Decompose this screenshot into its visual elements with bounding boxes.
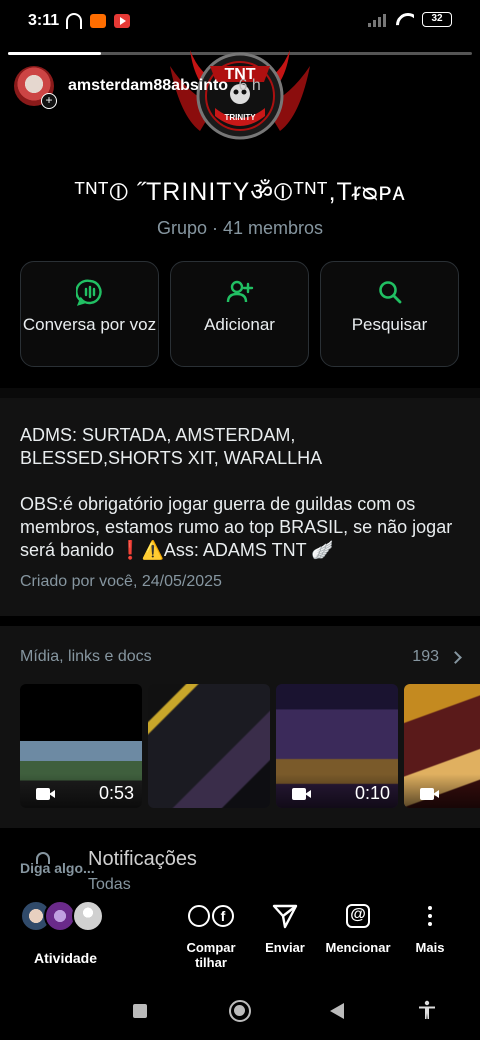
send-icon bbox=[272, 904, 298, 929]
description-rules: OBS:é obrigatório jogar guerra de guilda… bbox=[20, 494, 453, 560]
media-thumb[interactable]: 0:53 bbox=[20, 684, 142, 808]
story-bottom-overlay: Diga algo... Notificações Todas Atividad… bbox=[0, 828, 480, 998]
status-left-icons bbox=[66, 13, 130, 29]
voice-chat-button[interactable]: Conversa por voz bbox=[20, 261, 159, 367]
media-header[interactable]: Mídia, links e docs 193 bbox=[20, 648, 462, 666]
avatar[interactable]: + bbox=[14, 66, 57, 109]
media-thumb[interactable] bbox=[404, 684, 480, 808]
add-person-icon bbox=[226, 280, 253, 303]
search-button[interactable]: Pesquisar bbox=[320, 261, 459, 367]
media-thumb[interactable] bbox=[148, 684, 270, 808]
headphones-icon bbox=[66, 13, 82, 29]
group-description[interactable]: ADMS: SURTADA, AMSTERDAM, BLESSED,SHORTS… bbox=[0, 398, 480, 616]
more-icon bbox=[428, 906, 432, 926]
video-icon bbox=[36, 788, 55, 800]
more-button[interactable]: Mais bbox=[412, 898, 448, 955]
notifications-filter[interactable]: Todas bbox=[88, 876, 131, 894]
share-label: Compar tilhar bbox=[186, 940, 236, 970]
accessibility-icon[interactable] bbox=[418, 1000, 436, 1020]
divider bbox=[0, 388, 480, 398]
system-nav-bar bbox=[0, 1000, 480, 1040]
search-icon bbox=[378, 281, 401, 304]
add-story-icon[interactable]: + bbox=[41, 93, 57, 109]
more-label: Mais bbox=[415, 940, 445, 955]
home-button[interactable] bbox=[229, 1000, 251, 1022]
reply-prompt[interactable]: Diga algo... bbox=[20, 860, 95, 876]
whatsapp-icon bbox=[188, 905, 210, 927]
facebook-icon: f bbox=[212, 905, 234, 927]
media-section: Mídia, links e docs 193 0:53 0:10 bbox=[0, 626, 480, 828]
video-duration: 0:53 bbox=[98, 783, 134, 803]
avatar bbox=[72, 900, 104, 932]
activity-label[interactable]: Atividade bbox=[34, 950, 97, 966]
mention-button[interactable]: @ Mencionar bbox=[322, 898, 394, 955]
story-username[interactable]: amsterdam88absinto bbox=[68, 77, 228, 94]
add-member-button[interactable]: Adicionar bbox=[170, 261, 309, 367]
chevron-right-icon bbox=[449, 650, 462, 664]
status-time: 3:11 bbox=[28, 12, 60, 29]
mention-icon: @ bbox=[346, 904, 370, 928]
add-member-label: Adicionar bbox=[204, 315, 275, 334]
activity-avatars[interactable] bbox=[20, 900, 110, 936]
media-count[interactable]: 193 bbox=[412, 648, 462, 666]
voice-chat-icon bbox=[75, 279, 102, 306]
media-thumb[interactable]: 0:10 bbox=[276, 684, 398, 808]
story-progress-fill bbox=[8, 52, 101, 55]
send-button[interactable]: Enviar bbox=[262, 898, 308, 955]
logo-subtext: TRINITY bbox=[224, 113, 256, 122]
send-label: Enviar bbox=[265, 940, 305, 955]
voice-chat-label: Conversa por voz bbox=[22, 315, 157, 334]
status-right-icons: 32 bbox=[368, 12, 452, 27]
wifi-icon bbox=[396, 13, 414, 27]
media-title[interactable]: Mídia, links e docs bbox=[20, 648, 152, 666]
group-actions: Conversa por voz Adicionar Pesquisar bbox=[20, 261, 460, 367]
story-time: 6 h bbox=[238, 77, 261, 94]
signal-icon bbox=[368, 13, 388, 27]
back-button[interactable] bbox=[330, 1003, 344, 1019]
media-thumbnails: 0:53 0:10 bbox=[20, 684, 480, 808]
video-icon bbox=[292, 788, 311, 800]
story-header[interactable]: + amsterdam88absinto 6 h bbox=[14, 66, 261, 109]
media-count-value: 193 bbox=[412, 648, 439, 665]
notifications-title[interactable]: Notificações bbox=[88, 848, 197, 871]
battery-icon: 32 bbox=[422, 12, 452, 27]
created-info: Criado por você, 24/05/2025 bbox=[20, 573, 222, 590]
group-member-count: Grupo · 41 membros bbox=[156, 218, 324, 238]
group-name: ᵀᴺᵀ⦶ ˝TRINITYॐ⦶ᵀᴺᵀ,Tᵲᴓᴘᴀ bbox=[74, 178, 406, 206]
video-duration: 0:10 bbox=[354, 783, 390, 803]
search-label: Pesquisar bbox=[351, 315, 428, 334]
youtube-icon bbox=[114, 14, 130, 28]
camera-app-icon bbox=[90, 14, 106, 28]
description-admins: ADMS: SURTADA, AMSTERDAM, BLESSED,SHORTS… bbox=[20, 425, 323, 468]
share-button[interactable]: f Compar tilhar bbox=[186, 898, 236, 970]
mention-label: Mencionar bbox=[325, 940, 391, 955]
video-icon bbox=[420, 788, 439, 800]
recents-button[interactable] bbox=[133, 1004, 147, 1018]
